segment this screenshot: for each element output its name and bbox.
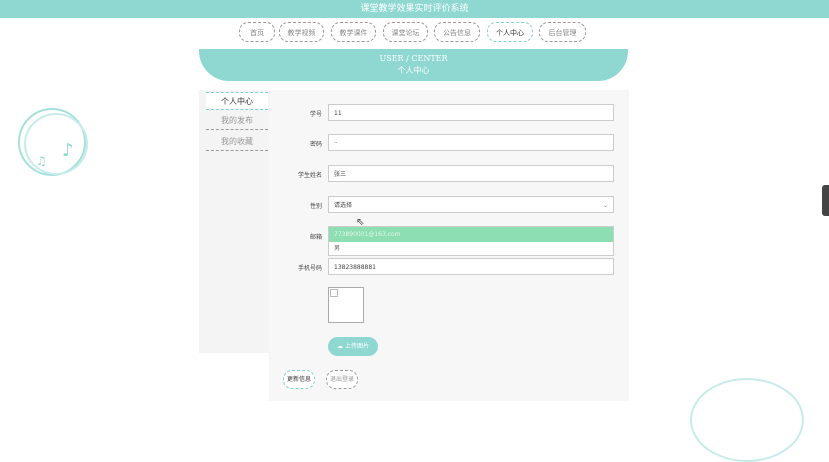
sidebar-item-my-favorites[interactable]: 我的收藏: [206, 133, 268, 151]
nav-admin[interactable]: 后台管理: [539, 22, 586, 42]
logout-button[interactable]: 退出登录: [326, 370, 358, 389]
student-name-label: 学生姓名: [297, 172, 322, 179]
gender-select-value: 请选择: [334, 202, 353, 209]
phone-input[interactable]: 13823888881: [328, 258, 614, 275]
nav-home[interactable]: 首页: [239, 22, 275, 42]
main-nav: 首页 教学视频 教学课件 课堂论坛 公告信息 个人中心 后台管理: [0, 22, 829, 44]
side-collapse-tab[interactable]: [822, 185, 829, 216]
top-title-bar: 课堂教学效果实时评价系统: [0, 0, 829, 18]
email-value-behind: 773890001@163.com: [334, 231, 401, 238]
gender-select[interactable]: 请选择 ⌄: [328, 196, 614, 213]
sidebar-item-my-posts[interactable]: 我的发布: [206, 112, 268, 130]
sidebar: 个人中心 我的发布 我的收藏: [199, 90, 269, 353]
cloud-upload-icon: ☁: [337, 343, 345, 350]
update-info-button[interactable]: 更新信息: [283, 370, 315, 389]
nav-user-center[interactable]: 个人中心: [487, 22, 533, 42]
nav-teaching-video[interactable]: 教学视频: [279, 22, 324, 42]
gender-option-selected[interactable]: 773890001@163.com: [329, 227, 613, 242]
page-banner: USER / CENTER 个人中心: [199, 49, 628, 81]
gender-option-male[interactable]: 男: [329, 242, 613, 256]
chevron-down-icon: ⌄: [602, 202, 608, 209]
password-label: 密码: [309, 141, 322, 148]
music-note-icon: ♪: [62, 140, 74, 161]
student-no-input[interactable]: 11: [328, 104, 614, 121]
nav-announcements[interactable]: 公告信息: [434, 22, 480, 42]
sidebar-item-user-center[interactable]: 个人中心: [206, 92, 268, 110]
music-notes-icon: ♫: [36, 154, 47, 168]
banner-title-cn: 个人中心: [397, 66, 430, 75]
student-no-label: 学号: [309, 111, 322, 118]
gender-dropdown-list: 773890001@163.com 男: [328, 226, 614, 256]
upload-image-label: 上传图片: [344, 343, 369, 350]
password-input[interactable]: ··: [328, 134, 614, 151]
phone-label: 手机号码: [297, 265, 322, 272]
profile-photo: [328, 287, 364, 323]
upload-image-button[interactable]: ☁ 上传图片: [328, 337, 378, 356]
nav-courseware[interactable]: 教学课件: [331, 22, 376, 42]
decor-circle-icon: [24, 113, 88, 175]
decor-circle-icon: [690, 378, 804, 462]
broken-image-icon: [330, 289, 338, 297]
banner-title-en: USER / CENTER: [379, 54, 448, 63]
student-name-input[interactable]: 张三: [328, 165, 614, 182]
gender-label: 性别: [309, 203, 322, 210]
nav-forum[interactable]: 课堂论坛: [383, 22, 428, 42]
email-label: 邮箱: [309, 234, 322, 241]
site-title: 课堂教学效果实时评价系统: [360, 4, 469, 14]
profile-form: 学号 11 密码 ·· 学生姓名 张三 性别 请选择 ⌄ ⇖ 邮箱 773890…: [269, 90, 629, 401]
